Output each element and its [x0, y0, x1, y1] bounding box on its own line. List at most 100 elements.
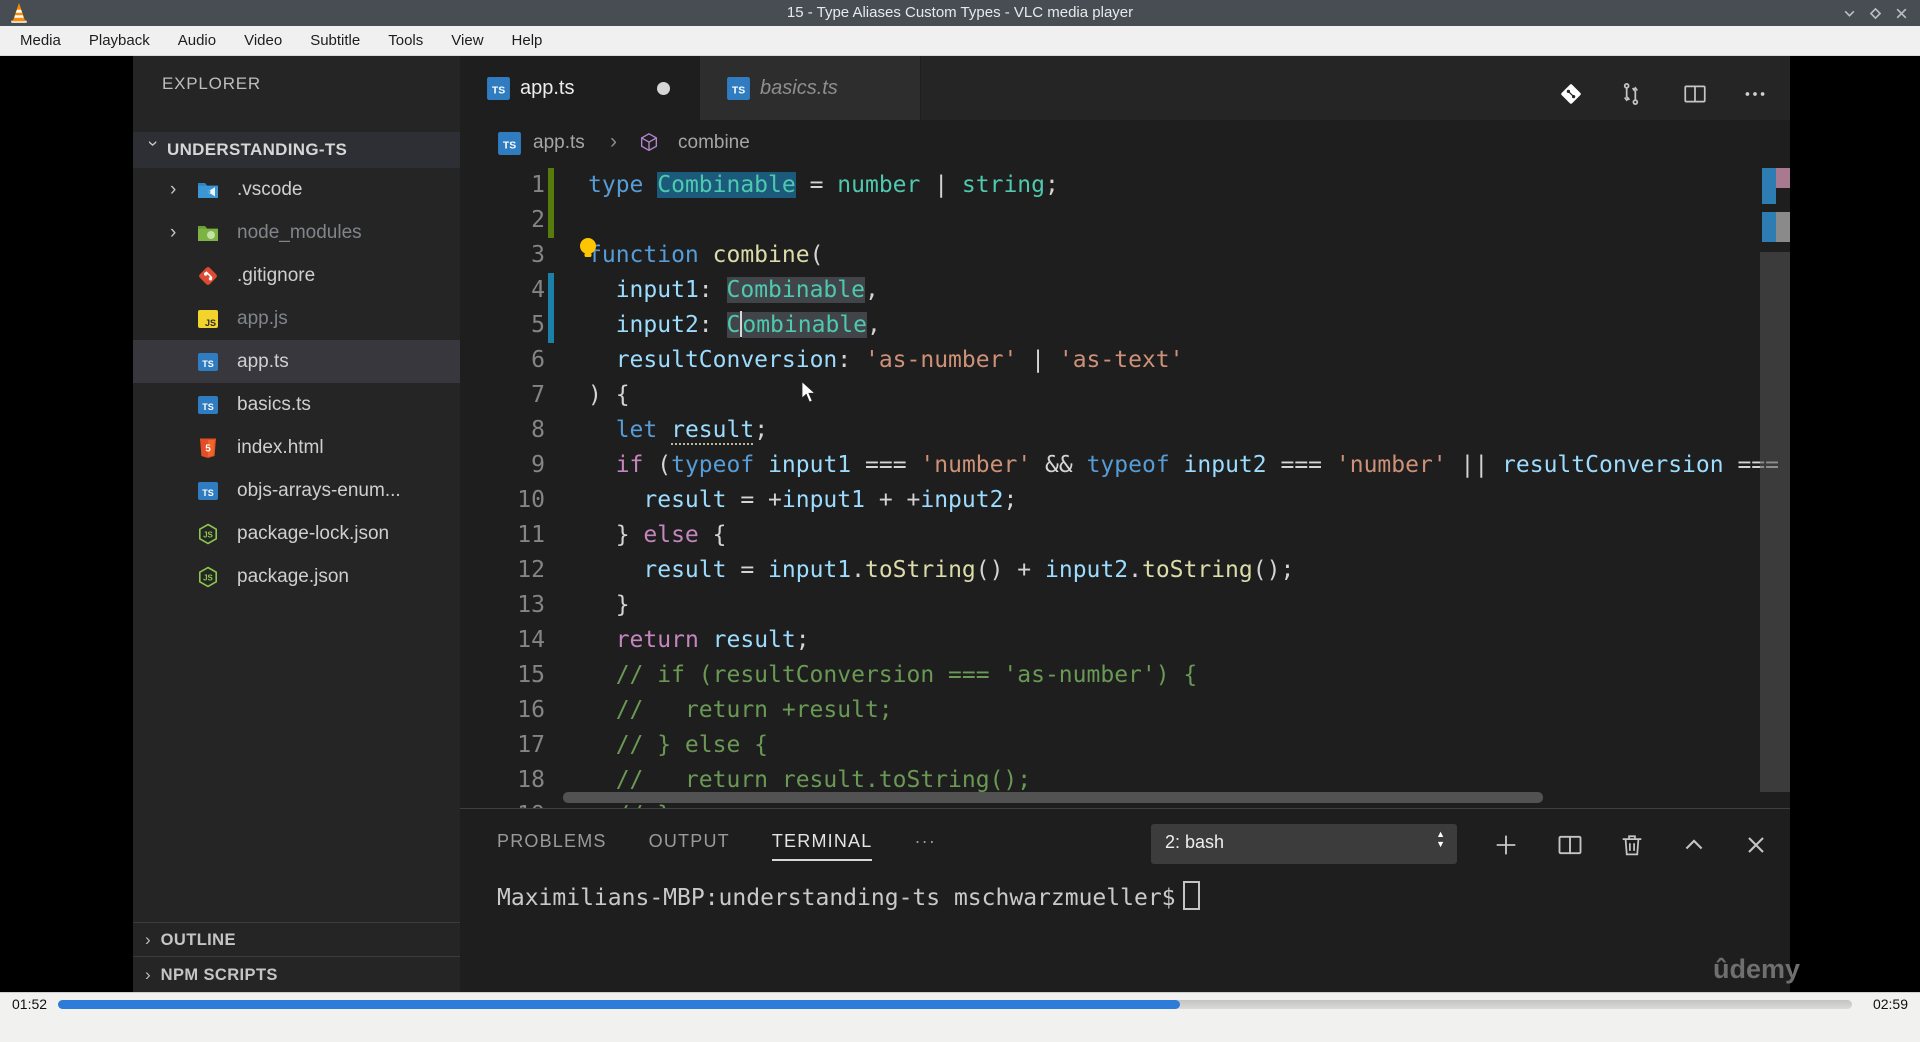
breadcrumb-symbol[interactable]: combine — [678, 132, 750, 154]
code-line[interactable]: 3 function combine( — [460, 238, 1790, 273]
code-line[interactable]: 12 result = input1.toString() + input2.t… — [460, 553, 1790, 588]
minimize-chevron-icon[interactable] — [1843, 7, 1856, 20]
code-line[interactable]: 8 let result; — [460, 413, 1790, 448]
line-number[interactable]: 8 — [460, 413, 545, 448]
line-number[interactable]: 16 — [460, 693, 545, 728]
code-line[interactable]: 4 input1: Combinable, — [460, 273, 1790, 308]
time-elapsed: 01:52 — [12, 996, 48, 1012]
line-number[interactable]: 1 — [460, 168, 545, 203]
file-item-package-json[interactable]: JS package.json — [133, 555, 460, 598]
close-icon[interactable] — [1895, 7, 1908, 20]
split-editor-icon[interactable] — [1682, 81, 1708, 107]
seek-bar[interactable] — [58, 1000, 1852, 1009]
line-number[interactable]: 12 — [460, 553, 545, 588]
menu-playback[interactable]: Playback — [75, 26, 164, 56]
code-line[interactable]: 14 return result; — [460, 623, 1790, 658]
menu-audio[interactable]: Audio — [164, 26, 230, 56]
tab-basics-ts[interactable]: TS basics.ts — [700, 56, 921, 120]
code-editor[interactable]: 1 type Combinable = number | string; 2 3 fun… — [460, 168, 1790, 864]
code-line[interactable]: 6 resultConversion: 'as-number' | 'as-te… — [460, 343, 1790, 378]
menu-video[interactable]: Video — [230, 26, 296, 56]
terminal-panel: PROBLEMS OUTPUT TERMINAL ··· 2: bash ▲ ▼ Max… — [460, 808, 1790, 992]
panel-tab-output[interactable]: OUTPUT — [649, 831, 730, 852]
menu-view[interactable]: View — [437, 26, 497, 56]
tab-app-ts[interactable]: TS app.ts — [460, 56, 700, 120]
line-number[interactable]: 11 — [460, 518, 545, 553]
line-number[interactable]: 14 — [460, 623, 545, 658]
lightbulb-icon[interactable] — [576, 236, 600, 260]
gutter-space — [548, 378, 554, 413]
file-item-node-modules[interactable]: › node_modules — [133, 211, 460, 254]
line-number[interactable]: 13 — [460, 588, 545, 623]
code-line[interactable]: 1 type Combinable = number | string; — [460, 168, 1790, 203]
sidebar-section-npm-scripts[interactable]: › NPM SCRIPTS — [133, 956, 460, 992]
line-number[interactable]: 18 — [460, 763, 545, 798]
udemy-watermark: ûdemy — [1713, 954, 1801, 984]
chevron-right-icon[interactable]: › — [170, 222, 188, 244]
sidebar-section-outline[interactable]: › OUTLINE — [133, 922, 460, 957]
file-item--vscode[interactable]: › .vscode — [133, 168, 460, 211]
file-item-objs-arrays-enum-[interactable]: TS objs-arrays-enum... — [133, 469, 460, 512]
js-icon: JS — [197, 308, 219, 330]
terminal-content[interactable]: Maximilians-MBP:understanding-ts mschwar… — [497, 881, 1200, 911]
line-number[interactable]: 17 — [460, 728, 545, 763]
code-line[interactable]: 2 — [460, 203, 1790, 238]
line-number[interactable]: 3 — [460, 238, 545, 273]
line-number[interactable]: 4 — [460, 273, 545, 308]
file-item-index-html[interactable]: 5 index.html — [133, 426, 460, 469]
breadcrumb-separator: › — [610, 130, 617, 153]
chevron-right-icon[interactable]: › — [170, 179, 188, 201]
shell-select[interactable]: 2: bash ▲ ▼ — [1151, 824, 1457, 864]
line-number[interactable]: 7 — [460, 378, 545, 413]
menu-tools[interactable]: Tools — [374, 26, 437, 56]
menu-media[interactable]: Media — [6, 26, 75, 56]
video-area[interactable]: EXPLORER › UNDERSTANDING-TS › .vscode › nod… — [0, 56, 1920, 992]
line-number[interactable]: 10 — [460, 483, 545, 518]
file-item-package-lock-json[interactable]: JS package-lock.json — [133, 512, 460, 555]
line-number[interactable]: 5 — [460, 308, 545, 343]
line-number[interactable]: 15 — [460, 658, 545, 693]
code-line[interactable]: 13 } — [460, 588, 1790, 623]
gutter-space — [548, 588, 554, 623]
menu-help[interactable]: Help — [498, 26, 557, 56]
workspace-section-header[interactable]: › UNDERSTANDING-TS — [133, 132, 460, 168]
panel-tab-more[interactable]: ··· — [914, 831, 936, 852]
code-line[interactable]: 7) { — [460, 378, 1790, 413]
code-line[interactable]: 17 // } else { — [460, 728, 1790, 763]
file-item-app-js[interactable]: JS app.js — [133, 297, 460, 340]
compare-changes-icon[interactable] — [1618, 81, 1644, 107]
git-diff-icon[interactable] — [1558, 81, 1584, 107]
file-item--gitignore[interactable]: .gitignore — [133, 254, 460, 297]
panel-tab-problems[interactable]: PROBLEMS — [497, 831, 607, 852]
modified-dot-icon[interactable] — [657, 81, 670, 95]
maximize-panel-icon[interactable] — [1680, 831, 1708, 859]
split-terminal-icon[interactable] — [1556, 831, 1584, 859]
close-panel-icon[interactable] — [1742, 831, 1770, 859]
code-line[interactable]: 9 if (typeof input1 === 'number' && type… — [460, 448, 1790, 483]
svg-text:JS: JS — [203, 530, 213, 539]
code-line[interactable]: 5 input2: Combinable, — [460, 308, 1790, 343]
kill-terminal-icon[interactable] — [1618, 831, 1646, 859]
code-line[interactable]: 16 // return +result; — [460, 693, 1790, 728]
title-bar: 15 - Type Aliases Custom Types - VLC med… — [0, 0, 1920, 26]
terminal-prompt: Maximilians-MBP:understanding-ts mschwar… — [497, 885, 1176, 911]
vertical-scrollbar[interactable] — [1760, 252, 1790, 792]
new-terminal-icon[interactable] — [1492, 831, 1520, 859]
horizontal-scrollbar[interactable] — [563, 792, 1543, 803]
line-number[interactable]: 2 — [460, 203, 545, 238]
menu-subtitle[interactable]: Subtitle — [296, 26, 374, 56]
maximize-diamond-icon[interactable] — [1869, 7, 1882, 20]
line-number[interactable]: 9 — [460, 448, 545, 483]
code-line[interactable]: 10 result = +input1 + +input2; — [460, 483, 1790, 518]
code-line[interactable]: 15 // if (resultConversion === 'as-numbe… — [460, 658, 1790, 693]
line-number[interactable]: 6 — [460, 343, 545, 378]
panel-tab-terminal[interactable]: TERMINAL — [771, 831, 873, 861]
folder-vscode-icon — [197, 179, 219, 201]
breadcrumb-file[interactable]: app.ts — [533, 132, 585, 154]
more-actions-icon[interactable] — [1742, 81, 1768, 107]
file-item-basics-ts[interactable]: TS basics.ts — [133, 383, 460, 426]
file-label: package-lock.json — [237, 522, 390, 544]
code-line[interactable]: 11 } else { — [460, 518, 1790, 553]
file-item-app-ts[interactable]: TS app.ts — [133, 340, 460, 383]
gutter-space — [548, 763, 554, 798]
